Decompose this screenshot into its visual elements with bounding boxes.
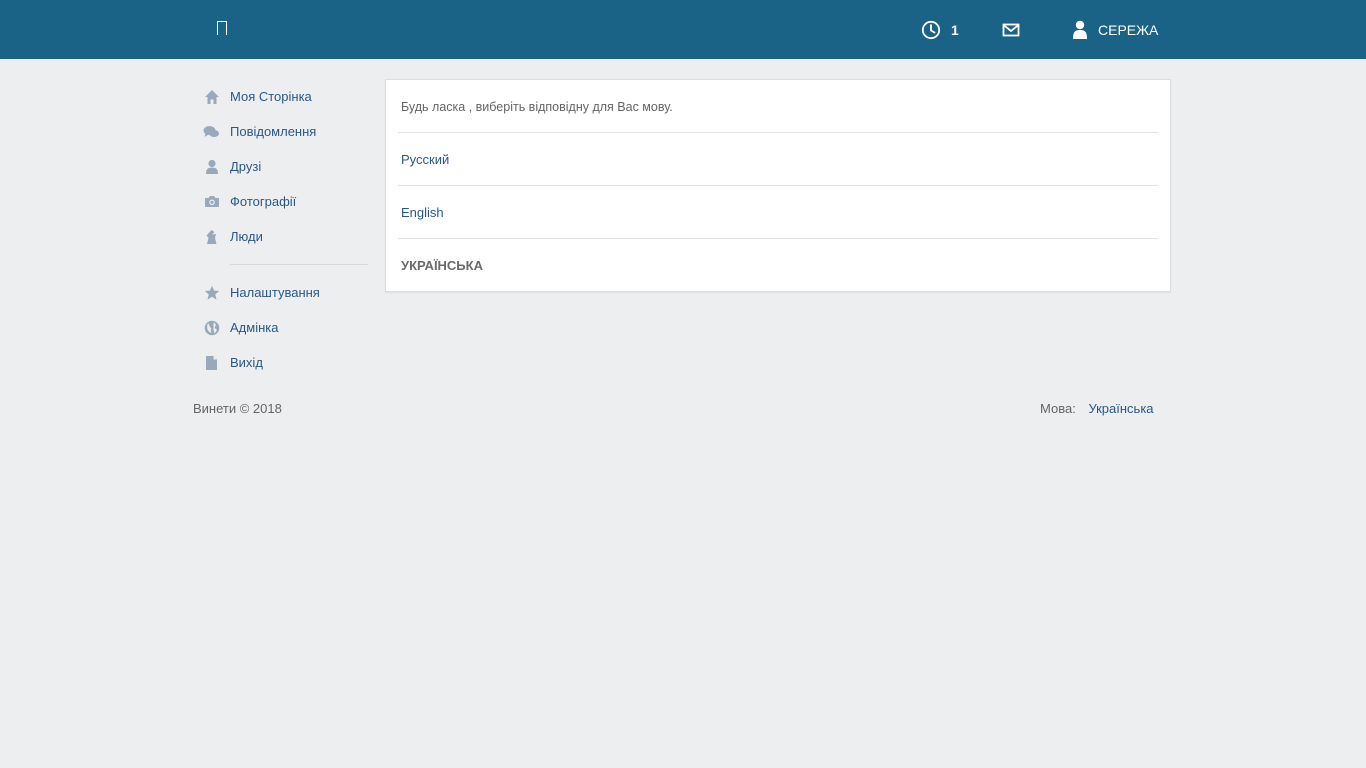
sidebar-item-label: Налаштування <box>230 285 320 300</box>
friend-icon <box>193 159 230 175</box>
top-navigation-bar: 1 СЕРЕЖА <box>0 0 1366 59</box>
language-option-ukrainian-selected: УКРАЇНСЬКА <box>401 258 483 273</box>
camera-icon <box>193 195 230 208</box>
username: СЕРЕЖА <box>1098 21 1159 38</box>
sidebar-item-settings[interactable]: Налаштування <box>193 275 368 310</box>
footer-copyright: Винети © 2018 <box>193 401 282 416</box>
notifications-count: 1 <box>951 21 959 38</box>
sidebar-item-photos[interactable]: Фотографії <box>193 184 368 219</box>
people-icon <box>193 229 230 245</box>
chat-icon <box>193 125 230 139</box>
mail-icon <box>1002 23 1020 36</box>
sidebar-divider <box>230 264 368 265</box>
star-icon <box>193 285 230 301</box>
logo-icon[interactable] <box>217 21 227 35</box>
user-icon <box>1073 20 1087 39</box>
footer-language-link[interactable]: Українська <box>1088 401 1153 416</box>
language-option-row: English <box>398 186 1158 239</box>
sidebar-item-label: Адмінка <box>230 320 279 335</box>
language-select-panel: Будь ласка , виберіть відповідну для Вас… <box>385 79 1171 292</box>
sidebar-item-logout[interactable]: Вихід <box>193 345 368 380</box>
sidebar-item-label: Люди <box>230 229 263 244</box>
language-option-russian[interactable]: Русский <box>398 152 449 167</box>
sidebar-item-label: Повідомлення <box>230 124 317 139</box>
globe-icon <box>193 320 230 336</box>
notifications-button[interactable]: 1 <box>921 0 959 59</box>
language-option-row: УКРАЇНСЬКА <box>398 239 1158 292</box>
clock-icon <box>921 20 941 39</box>
language-prompt: Будь ласка , виберіть відповідну для Вас… <box>401 99 673 114</box>
language-option-english[interactable]: English <box>398 205 444 220</box>
home-icon <box>193 89 230 105</box>
sidebar-item-label: Вихід <box>230 355 263 370</box>
sidebar-item-people[interactable]: Люди <box>193 219 368 254</box>
footer-language-label: Мова: <box>1040 401 1076 416</box>
sidebar-item-label: Моя Сторінка <box>230 89 312 104</box>
sidebar-item-my-page[interactable]: Моя Сторінка <box>193 79 368 114</box>
document-icon <box>193 355 230 371</box>
language-option-row: Русский <box>398 133 1158 186</box>
sidebar-item-friends[interactable]: Друзі <box>193 149 368 184</box>
user-menu[interactable]: СЕРЕЖА <box>1072 0 1158 59</box>
footer-language: Мова: Українська <box>1040 401 1154 416</box>
messages-button[interactable] <box>1002 0 1020 59</box>
sidebar-item-messages[interactable]: Повідомлення <box>193 114 368 149</box>
language-prompt-row: Будь ласка , виберіть відповідну для Вас… <box>398 80 1158 133</box>
sidebar-item-label: Фотографії <box>230 194 297 209</box>
sidebar: Моя Сторінка Повідомлення Друзі Фотограф… <box>193 79 368 380</box>
sidebar-item-label: Друзі <box>230 159 262 174</box>
sidebar-item-admin[interactable]: Адмінка <box>193 310 368 345</box>
